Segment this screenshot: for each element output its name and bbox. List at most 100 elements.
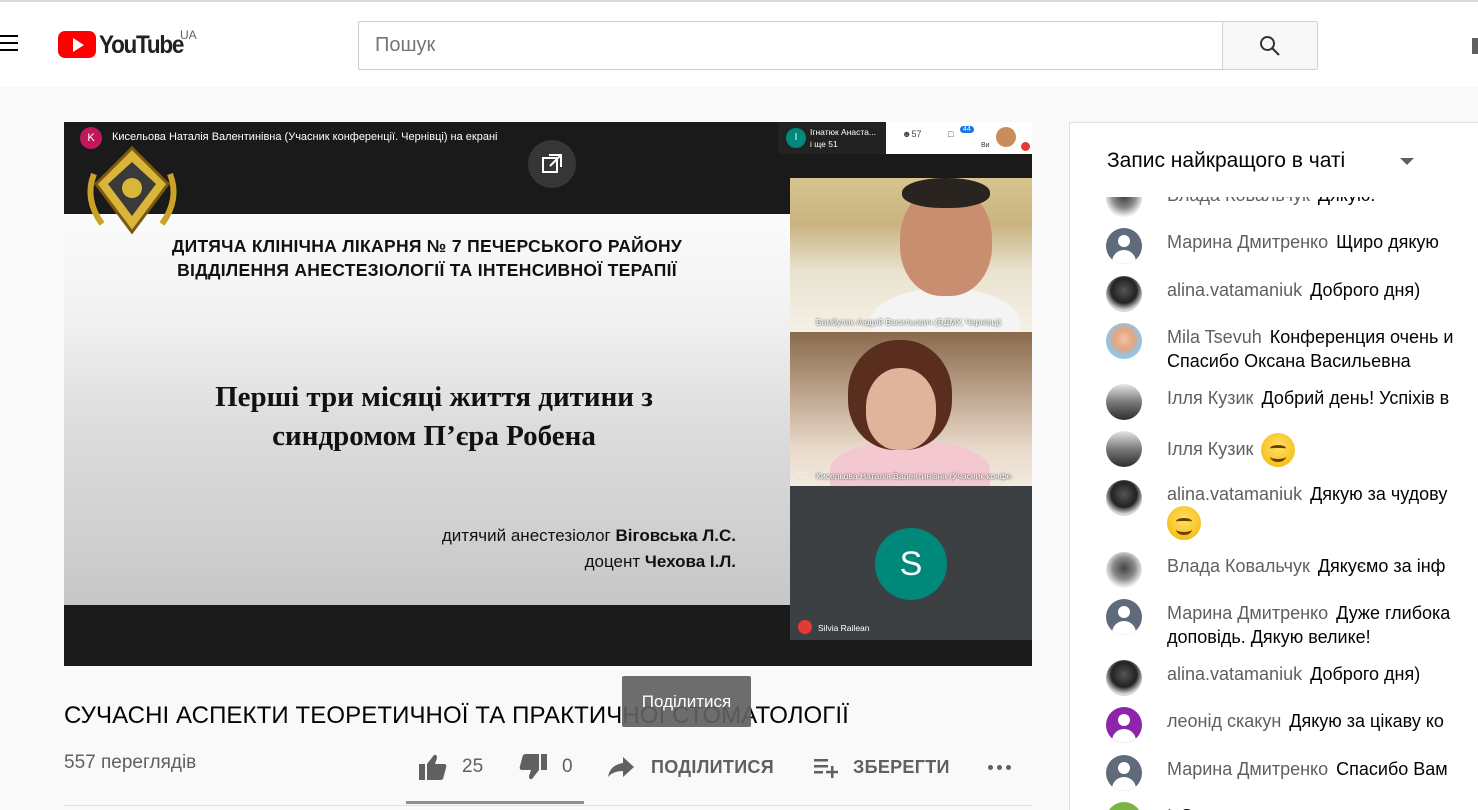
message-author[interactable]: Влада Ковальчук bbox=[1167, 556, 1310, 576]
message-body: Щиро дякую bbox=[1336, 232, 1439, 252]
message-author[interactable]: Марина Дмитренко bbox=[1167, 759, 1328, 779]
message-text: alina.vatamaniuk Доброго дня) bbox=[1167, 278, 1478, 302]
message-body: Дякую за цікаву ко bbox=[1289, 711, 1444, 731]
active-speaker-box: І Ігнатюк Анаста... і ще 51 bbox=[778, 122, 886, 154]
author2-name: Чехова І.Л. bbox=[644, 552, 736, 571]
message-author[interactable]: Ілля Кузик bbox=[1167, 439, 1253, 459]
participant-name: Бамбуляк Андрій Васильович (БДМУ, Чернів… bbox=[816, 317, 1002, 327]
slide-author1: дитячий анестезіолог Віговська Л.С. bbox=[442, 526, 736, 546]
message-text: Марина Дмитренко Спасибо Вам bbox=[1167, 757, 1478, 781]
active-speaker-avatar: І bbox=[786, 128, 806, 148]
avatar bbox=[1106, 552, 1142, 588]
tile-more-icon: ⋯ bbox=[798, 313, 807, 323]
message-body-line2: Спасибо Оксана Васильевна bbox=[1167, 351, 1411, 371]
active-speaker-more: і ще 51 bbox=[810, 139, 838, 149]
slide-title-line1: Перші три місяці життя дитини з bbox=[215, 381, 653, 413]
meeting-panel: І Ігнатюк Анаста... і ще 51 ☻57 □ 44 Ви bbox=[778, 122, 1032, 154]
message-text: alina.vatamaniuk Дякую за чудову bbox=[1167, 482, 1478, 540]
share-icon bbox=[608, 757, 634, 777]
share-tooltip: Поділитися bbox=[622, 676, 751, 727]
message-text: alina.vatamaniuk Доброго дня) bbox=[1167, 662, 1478, 686]
save-label: ЗБЕРЕГТИ bbox=[853, 756, 950, 777]
participant-tile: S Silvia Raileаn bbox=[790, 486, 1032, 640]
avatar bbox=[1106, 228, 1142, 264]
slide-title: Перші три місяці життя дитини з синдромо… bbox=[154, 378, 714, 456]
search-button[interactable] bbox=[1222, 21, 1318, 70]
self-avatar bbox=[996, 127, 1016, 147]
caret-down-icon[interactable] bbox=[1400, 158, 1414, 165]
logo-text: YouTube bbox=[99, 31, 184, 59]
message-author[interactable]: І bbox=[1167, 806, 1172, 810]
tile-more-icon: ⋯ bbox=[798, 467, 807, 477]
message-author[interactable]: леонід скакун bbox=[1167, 711, 1281, 731]
like-button[interactable]: 25 bbox=[418, 752, 483, 782]
popout-button[interactable] bbox=[528, 140, 576, 188]
mic-off-icon bbox=[798, 620, 812, 634]
participant-name: Кисельова Наталія Валентинівна (Учасник … bbox=[816, 471, 1012, 481]
chat-icon: □ 44 bbox=[948, 126, 974, 139]
avatar bbox=[1106, 384, 1142, 420]
message-text: Ілля Кузик Добрий день! Успіхів в bbox=[1167, 386, 1478, 410]
masthead: YouTube UA bbox=[0, 0, 1478, 87]
popout-icon bbox=[542, 154, 562, 173]
more-actions-icon[interactable] bbox=[988, 752, 1015, 782]
slide-hospital-line2: ВІДДІЛЕННЯ АНЕСТЕЗІОЛОГІЇ ТА ІНТЕНСИВНОЇ… bbox=[177, 260, 677, 280]
avatar bbox=[1106, 480, 1142, 516]
message-text: ІС bbox=[1167, 804, 1478, 810]
avatar bbox=[1106, 707, 1142, 743]
hugging-emoji-icon bbox=[1261, 433, 1296, 467]
thumbs-down-icon bbox=[519, 754, 547, 780]
message-body: Доброго дня) bbox=[1310, 280, 1421, 300]
presenter-status: Кисельова Наталія Валентинівна (Учасник … bbox=[112, 131, 498, 143]
message-text: леонід скакун Дякую за цікаву ко bbox=[1167, 709, 1478, 733]
slide-title-line2: синдромом П’єра Робена bbox=[272, 420, 596, 452]
hospital-emblem-icon bbox=[87, 145, 177, 235]
avatar bbox=[1106, 276, 1142, 312]
menu-icon[interactable] bbox=[0, 35, 18, 55]
avatar bbox=[1106, 660, 1142, 696]
video-player[interactable]: K Кисельова Наталія Валентинівна (Учасни… bbox=[64, 122, 1032, 666]
message-author[interactable]: Марина Дмитренко bbox=[1167, 603, 1328, 623]
message-author[interactable]: Mila Tsevuh bbox=[1167, 327, 1262, 347]
search-input[interactable] bbox=[359, 22, 1222, 69]
chat-mode-title[interactable]: Запис найкращого в чаті bbox=[1107, 149, 1345, 173]
avatar bbox=[1106, 323, 1142, 359]
author2-role: доцент bbox=[584, 552, 645, 571]
share-button[interactable]: ПОДІЛИТИСЯ bbox=[607, 752, 774, 782]
message-text: Mila Tsevuh Конференция очень и Спасибо Ок… bbox=[1167, 325, 1478, 373]
divider bbox=[64, 805, 1032, 806]
author1-name: Віговська Л.С. bbox=[615, 526, 736, 545]
live-chat-replay: Запис найкращого в чаті Влада Ковальчук Д… bbox=[1069, 122, 1478, 810]
save-button[interactable]: ЗБЕРЕГТИ bbox=[813, 752, 950, 782]
message-author[interactable]: Марина Дмитренко bbox=[1167, 232, 1328, 252]
message-body: С bbox=[1180, 806, 1193, 810]
share-label: ПОДІЛИТИСЯ bbox=[651, 756, 774, 777]
smile-emoji-icon bbox=[1167, 506, 1201, 540]
message-text: Влада Ковальчук Дякуємо за інф bbox=[1167, 554, 1478, 578]
avatar bbox=[1106, 755, 1142, 791]
participant-tile: ⋯ Кисельова Наталія Валентинівна (Учасни… bbox=[790, 332, 1032, 486]
slide-hospital-line1: ДИТЯЧА КЛІНІЧНА ЛІКАРНЯ № 7 ПЕЧЕРСЬКОГО … bbox=[171, 236, 683, 256]
message-text: Ілля Кузик bbox=[1167, 433, 1478, 467]
chat-count: 44 bbox=[960, 126, 974, 133]
message-author[interactable]: Ілля Кузик bbox=[1167, 388, 1253, 408]
message-author[interactable]: alina.vatamaniuk bbox=[1167, 664, 1302, 684]
message-text: Марина Дмитренко Щиро дякую bbox=[1167, 230, 1478, 254]
message-author[interactable]: alina.vatamaniuk bbox=[1167, 484, 1302, 504]
mic-off-icon bbox=[1021, 142, 1030, 151]
dislike-count: 0 bbox=[562, 756, 573, 777]
dislike-button[interactable]: 0 bbox=[518, 752, 573, 782]
message-body: Конференция очень и bbox=[1269, 327, 1454, 347]
chat-header: Запис найкращого в чаті bbox=[1070, 123, 1478, 197]
like-count: 25 bbox=[462, 756, 484, 777]
participant-tile: ⋯ Бамбуляк Андрій Васильович (БДМУ, Черн… bbox=[790, 178, 1032, 332]
avatar bbox=[1106, 599, 1142, 635]
message-text: Марина Дмитренко Дуже глибока доповідь. Дя… bbox=[1167, 601, 1478, 649]
youtube-logo[interactable]: YouTube UA bbox=[58, 28, 197, 61]
message-author[interactable]: alina.vatamaniuk bbox=[1167, 280, 1302, 300]
view-count: 557 переглядів bbox=[64, 752, 197, 773]
message-body: Спасибо Вам bbox=[1336, 759, 1448, 779]
author1-role: дитячий анестезіолог bbox=[441, 526, 616, 545]
video-camera-icon[interactable] bbox=[1472, 38, 1478, 54]
message-body: Дякую за чудову bbox=[1310, 484, 1448, 504]
